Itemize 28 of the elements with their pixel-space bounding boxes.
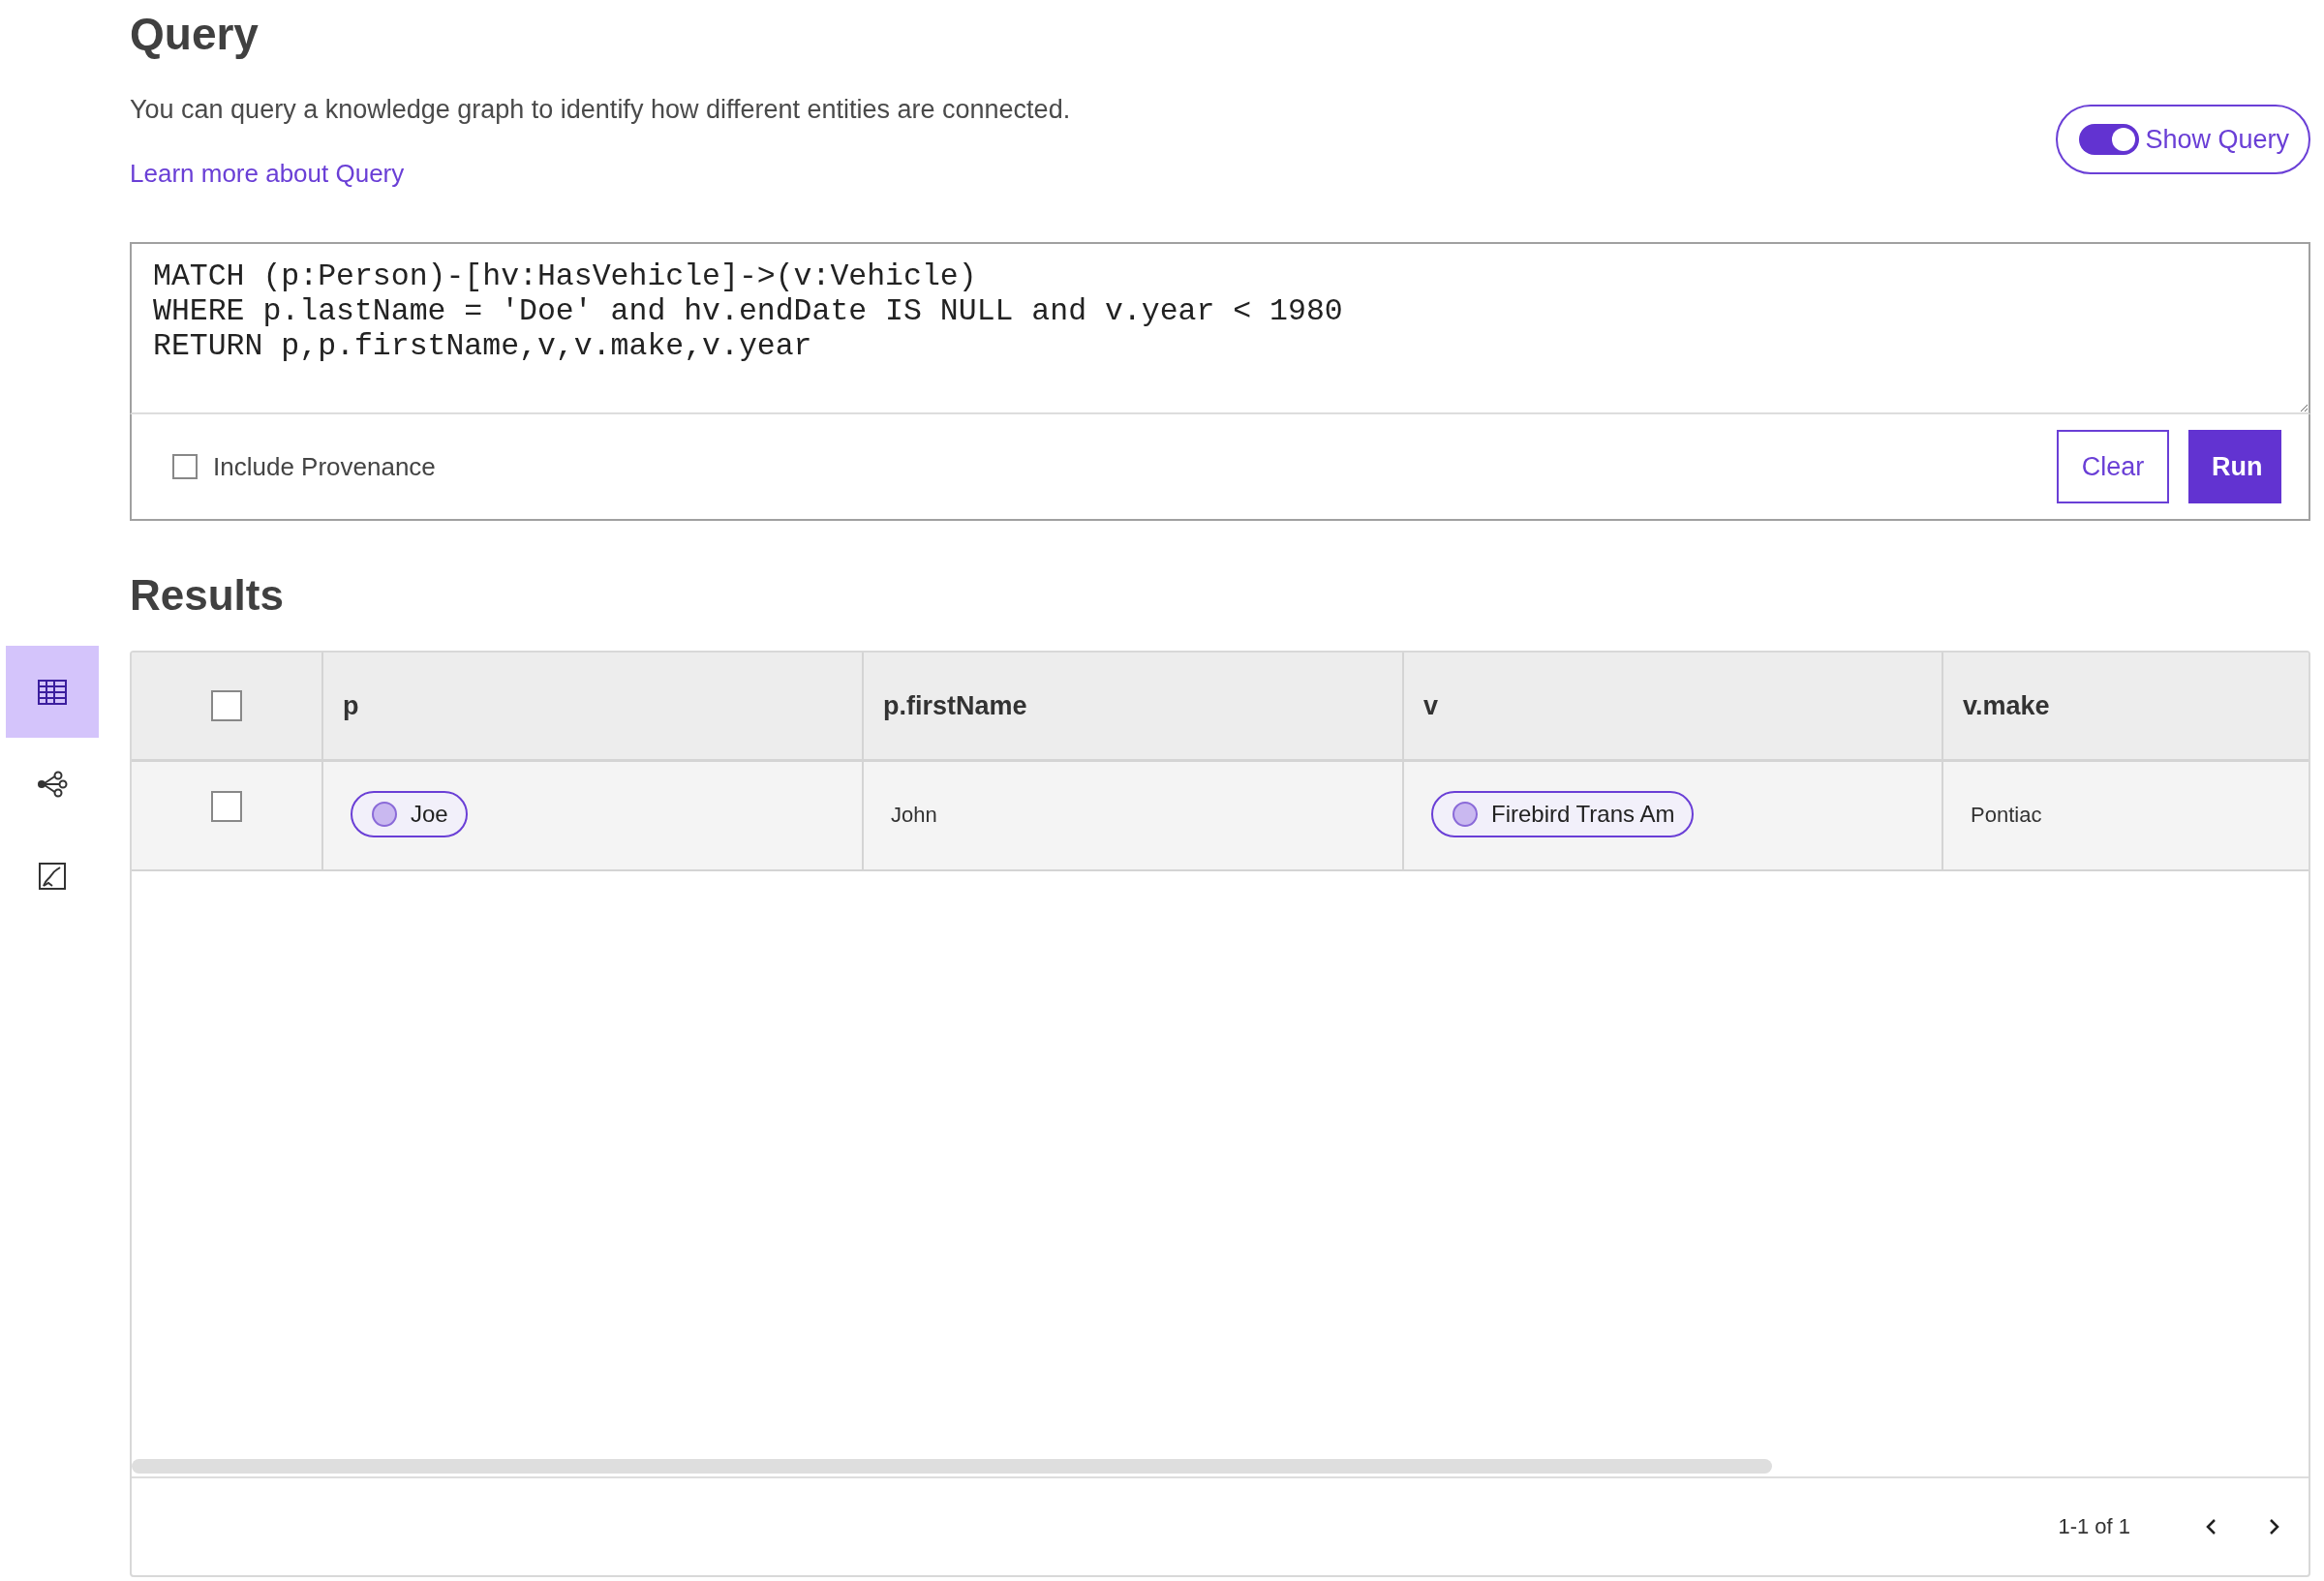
scrollbar[interactable] <box>132 1459 1772 1474</box>
checkbox[interactable] <box>172 454 198 479</box>
column-header[interactable]: p.firstName <box>864 653 1404 762</box>
chevron-right-icon <box>2268 1517 2281 1536</box>
checkbox[interactable] <box>211 791 242 822</box>
column-header[interactable]: p <box>323 653 864 762</box>
pagination-text: 1-1 of 1 <box>2058 1514 2130 1539</box>
column-header[interactable]: v <box>1404 653 1943 762</box>
table-cell: John <box>891 803 937 828</box>
description-text: You can query a knowledge graph to identify how different entities are connected. <box>130 94 1071 126</box>
table-icon <box>38 679 67 705</box>
view-tab[interactable] <box>6 646 99 738</box>
entity-chip[interactable]: Joe <box>351 791 468 837</box>
chart-icon <box>39 862 66 890</box>
show-query-toggle[interactable]: Show Query <box>2056 105 2310 174</box>
checkbox[interactable] <box>211 690 242 721</box>
entity-chip[interactable]: Firebird Trans Am <box>1431 791 1695 837</box>
page-title: Query <box>130 8 260 60</box>
clear-button[interactable]: Clear <box>2057 430 2169 503</box>
table-cell: Pontiac <box>1971 803 2042 828</box>
learn-more-link[interactable]: Learn more about Query <box>130 157 405 190</box>
checkbox-label: Include Provenance <box>213 451 436 482</box>
column-header[interactable]: v.make <box>1943 653 2309 762</box>
run-button[interactable]: Run <box>2188 430 2281 503</box>
query-editor[interactable]: MATCH (p:Person)-[hv:HasVehicle]->(v:Vehicle) WHERE p.lastName = 'Doe' and hv.endDate IS NULL and v.year < 1980 RETURN p,p.firstName,v,v.make,v.year <box>130 242 2310 414</box>
graph-icon <box>37 770 68 798</box>
chevron-left-icon <box>2204 1517 2217 1536</box>
results-title: Results <box>130 570 285 621</box>
